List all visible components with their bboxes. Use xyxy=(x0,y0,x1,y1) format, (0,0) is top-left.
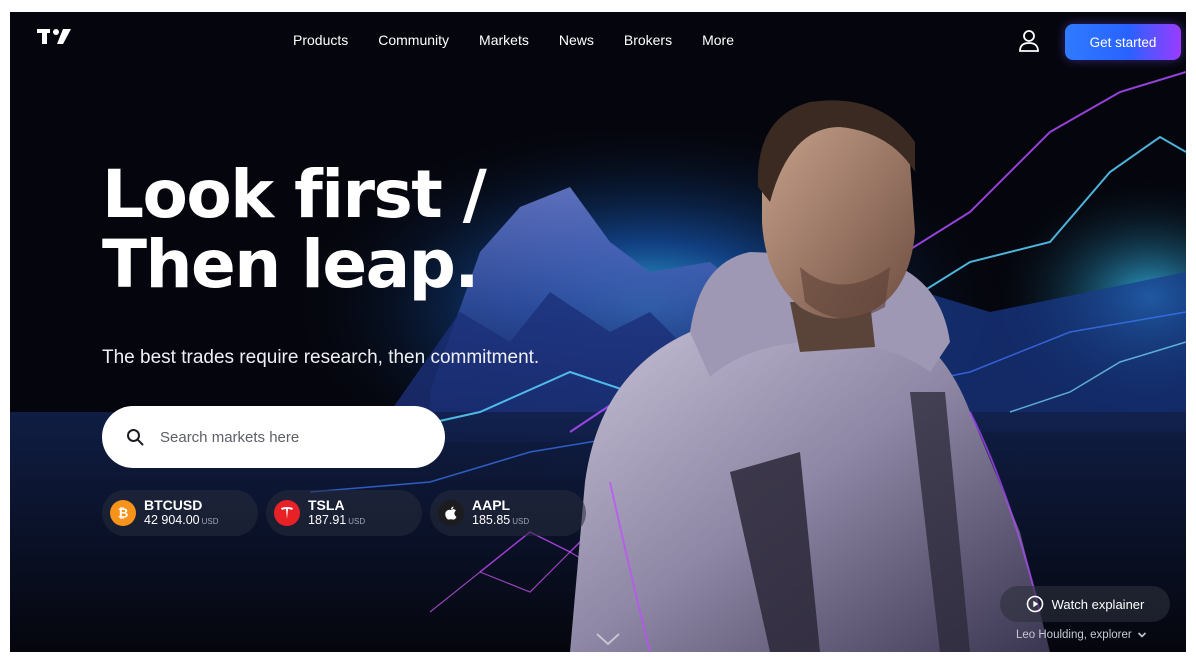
watch-explainer-label: Watch explainer xyxy=(1051,596,1145,612)
search-box[interactable] xyxy=(102,406,445,468)
ticker-price: 42 904.00 USD xyxy=(144,513,219,527)
nav-more[interactable]: More xyxy=(702,32,734,48)
apple-icon xyxy=(438,500,464,526)
nav-products[interactable]: Products xyxy=(293,32,348,48)
headline-line-2: Then leap. xyxy=(102,226,479,303)
hero-headline: Look first / Then leap. xyxy=(102,156,487,303)
photo-credit[interactable]: Leo Houlding, explorer xyxy=(1016,629,1147,641)
hero-page: Products Community Markets News Brokers … xyxy=(10,12,1186,652)
get-started-button[interactable]: Get started xyxy=(1065,24,1181,60)
hero-background-image xyxy=(10,12,1186,652)
nav-markets[interactable]: Markets xyxy=(479,32,529,48)
watch-explainer-button[interactable]: Watch explainer xyxy=(1000,586,1170,622)
nav-news[interactable]: News xyxy=(559,32,594,48)
ticker-symbol: AAPL xyxy=(472,497,511,513)
ticker-symbol: TSLA xyxy=(308,497,345,513)
ticker-price: 185.85 USD xyxy=(472,513,530,527)
search-input[interactable] xyxy=(158,427,422,447)
headline-line-1: Look first / xyxy=(102,156,487,233)
ticker-price: 187.91 USD xyxy=(308,513,366,527)
hero-subline: The best trades require research, then c… xyxy=(102,347,540,368)
nav-brokers[interactable]: Brokers xyxy=(624,32,672,48)
ticker-tsla[interactable]: TSLA 187.91 USD xyxy=(266,490,422,536)
nav-community[interactable]: Community xyxy=(378,32,449,48)
ticker-aapl[interactable]: AAPL 185.85 USD xyxy=(430,490,586,536)
photo-credit-text: Leo Houlding, explorer xyxy=(1016,629,1132,641)
ticker-btcusd[interactable]: ₿ BTCUSD 42 904.00 USD xyxy=(102,490,258,536)
tradingview-logo-icon[interactable] xyxy=(36,26,76,48)
search-icon xyxy=(127,429,144,446)
play-icon xyxy=(1026,595,1043,613)
ticker-symbol: BTCUSD xyxy=(144,497,203,513)
chevron-down-icon xyxy=(1137,632,1146,638)
user-icon[interactable] xyxy=(1018,29,1040,53)
bitcoin-icon: ₿ xyxy=(110,500,136,526)
main-nav: Products Community Markets News Brokers … xyxy=(293,32,764,48)
site-header: Products Community Markets News Brokers … xyxy=(10,12,1186,72)
tesla-icon xyxy=(274,500,300,526)
scroll-down-chevron-icon[interactable] xyxy=(595,632,621,646)
svg-text:₿: ₿ xyxy=(118,507,129,522)
ticker-list: ₿ BTCUSD 42 904.00 USD TSLA 187.91 USD A… xyxy=(102,490,594,536)
